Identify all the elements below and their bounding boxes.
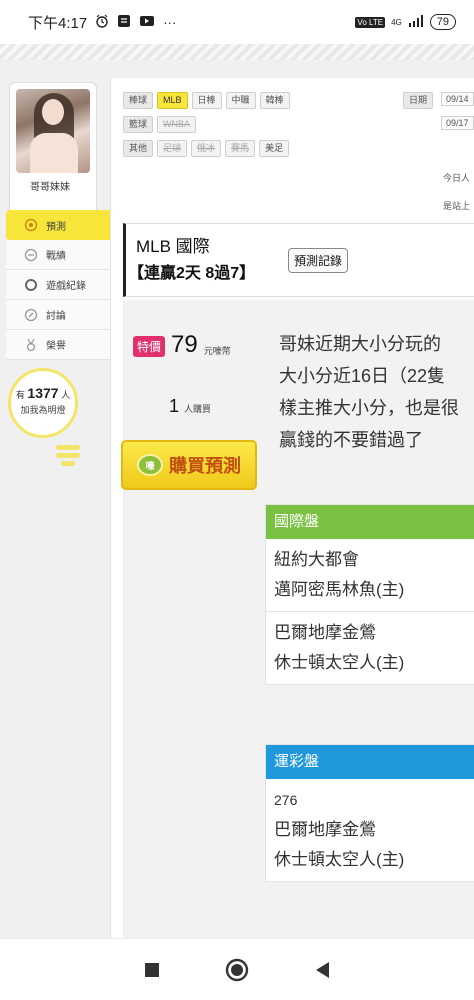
price-unit: 元嚎幣 — [203, 346, 231, 356]
left-sidebar: 哥哥妹妹 預測 戰績 遊戲紀錄 討論 榮譽 有 1377 人 加我為明燈 — [0, 60, 110, 938]
description-line: 贏錢的不要錯過了 — [279, 430, 423, 450]
description-line: 樣主推大小分，也是很 — [279, 398, 459, 418]
date-label: 日期 — [403, 92, 434, 109]
menu-label: 戰績 — [46, 251, 66, 262]
menu-label: 討論 — [46, 311, 66, 322]
prediction-description: 哥妹近期大小分玩的 大小分近16日（22隻 樣主推大小分，也是很 贏錢的不要錯過… — [279, 328, 474, 468]
target-icon — [24, 218, 38, 232]
medal-icon — [24, 338, 38, 352]
filter-jp-baseball[interactable]: 日棒 — [191, 92, 222, 109]
team-away: 巴爾地摩金鶯 — [274, 623, 376, 642]
menu-label: 預測 — [46, 221, 66, 233]
filter-ice-hockey[interactable]: 俄冰 — [191, 140, 222, 157]
volte-badge: Vo LTE — [355, 16, 386, 28]
filter-row-basketball: 籃球 WNBA — [123, 116, 197, 133]
avatar[interactable] — [16, 89, 90, 173]
team-away: 紐約大都會 — [274, 550, 359, 569]
filter-row-baseball: 棒球 MLB 日棒 中職 韓棒 — [123, 92, 290, 109]
side-menu: 預測 戰績 遊戲紀錄 討論 榮譽 — [6, 210, 110, 360]
battery-indicator: 79 — [429, 14, 456, 30]
price-box: 特價 79 元嚎幣 — [133, 333, 231, 357]
notes-icon — [117, 14, 131, 31]
video-icon — [139, 14, 155, 31]
record-icon — [24, 248, 38, 262]
lottery-odds-card: 運彩盤 276 巴爾地摩金鶯 休士頓太空人(主) — [265, 744, 474, 882]
intl-odds-card: 國際盤 紐約大都會 邁阿密馬林魚(主) 巴爾地摩金鶯 休士頓太空人(主) — [265, 504, 474, 685]
buyers-unit: 人購買 — [184, 404, 212, 414]
header-pattern — [0, 44, 474, 60]
filter-category: 棒球 — [123, 92, 154, 109]
alarm-icon — [95, 14, 109, 31]
info-text-site: 是站上 — [443, 201, 471, 211]
filter-cpbl[interactable]: 中職 — [225, 92, 256, 109]
special-price-badge: 特價 — [133, 336, 166, 357]
team-away: 巴爾地摩金鶯 — [274, 820, 376, 839]
system-nav-bar — [0, 938, 474, 1000]
coin-icon: 嚎 — [137, 454, 163, 476]
fans-prefix: 有 — [15, 390, 25, 400]
fans-count: 1377 — [27, 385, 59, 401]
filter-row-other: 其他 足球 俄冰 賽馬 美足 — [123, 140, 290, 157]
profile-nickname: 哥哥妹妹 — [30, 182, 70, 193]
prediction-history-button[interactable]: 預測記錄 — [288, 248, 349, 273]
menu-item-game-history[interactable]: 遊戲紀錄 — [6, 270, 110, 300]
filter-mlb[interactable]: MLB — [157, 92, 188, 109]
fans-suffix: 人 — [61, 390, 71, 400]
status-time: 下午4:17 — [28, 14, 88, 32]
filter-kbo[interactable]: 韓棒 — [259, 92, 290, 109]
team-home: 邁阿密馬林魚(主) — [274, 580, 405, 599]
fans-caption: 加我為明燈 — [20, 405, 66, 415]
buyers-count: 1 人購買 — [169, 396, 211, 417]
buyers-number: 1 — [169, 396, 180, 416]
circle-icon — [24, 278, 38, 292]
more-dots: ··· — [163, 14, 177, 30]
team-home: 休士頓太空人(主) — [274, 653, 405, 672]
description-line: 大小分近16日（22隻 — [279, 366, 446, 386]
info-text-today: 今日人 — [443, 173, 471, 183]
matchup[interactable]: 巴爾地摩金鶯 休士頓太空人(主) — [266, 611, 474, 684]
card-title: 國際盤 — [266, 505, 474, 539]
filter-category: 其他 — [123, 140, 154, 157]
prediction-header: MLB 國際 【連贏2天 8過7】 預測記錄 — [123, 223, 474, 297]
menu-label: 遊戲紀錄 — [46, 281, 86, 292]
game-code: 276 — [274, 792, 298, 808]
bulb-base-icon — [56, 445, 80, 477]
filter-wnba[interactable]: WNBA — [157, 116, 197, 133]
filter-football[interactable]: 美足 — [259, 140, 290, 157]
matchup[interactable]: 276 巴爾地摩金鶯 休士頓太空人(主) — [266, 779, 474, 881]
back-icon[interactable] — [310, 958, 334, 982]
network-type: 4G — [391, 17, 402, 27]
chat-icon — [24, 308, 38, 322]
menu-item-record[interactable]: 戰績 — [6, 240, 110, 270]
home-icon[interactable] — [225, 958, 249, 982]
matchup[interactable]: 紐約大都會 邁阿密馬林魚(主) — [266, 539, 474, 611]
date-to-field[interactable]: 09/17 — [441, 116, 474, 130]
profile-card[interactable] — [9, 82, 97, 230]
filter-soccer[interactable]: 足球 — [157, 140, 188, 157]
price-value: 79 — [171, 331, 198, 358]
menu-item-discussion[interactable]: 討論 — [6, 300, 110, 330]
filter-category: 籃球 — [123, 116, 154, 133]
date-from-field[interactable]: 09/14 — [441, 92, 474, 106]
menu-label: 榮譽 — [46, 341, 66, 352]
filter-area: 棒球 MLB 日棒 中職 韓棒 籃球 WNBA 其他 足球 俄冰 賽馬 美足 日… — [111, 78, 474, 223]
buy-prediction-button[interactable]: 嚎 購買預測 — [121, 440, 257, 490]
filter-horse-racing[interactable]: 賽馬 — [225, 140, 256, 157]
menu-item-predict[interactable]: 預測 — [6, 210, 110, 240]
stop-icon[interactable] — [140, 958, 164, 982]
buy-button-label: 購買預測 — [169, 456, 241, 476]
menu-item-honor[interactable]: 榮譽 — [6, 330, 110, 360]
team-home: 休士頓太空人(主) — [274, 850, 405, 869]
description-line: 哥妹近期大小分玩的 — [279, 334, 441, 354]
main-panel: 棒球 MLB 日棒 中職 韓棒 籃球 WNBA 其他 足球 俄冰 賽馬 美足 日… — [110, 78, 474, 938]
status-bar: 下午4:17 ··· Vo LTE 4G 79 — [0, 0, 474, 44]
card-title: 運彩盤 — [266, 745, 474, 779]
fans-bulb[interactable]: 有 1377 人 加我為明燈 — [8, 368, 78, 438]
signal-icon — [408, 14, 424, 30]
